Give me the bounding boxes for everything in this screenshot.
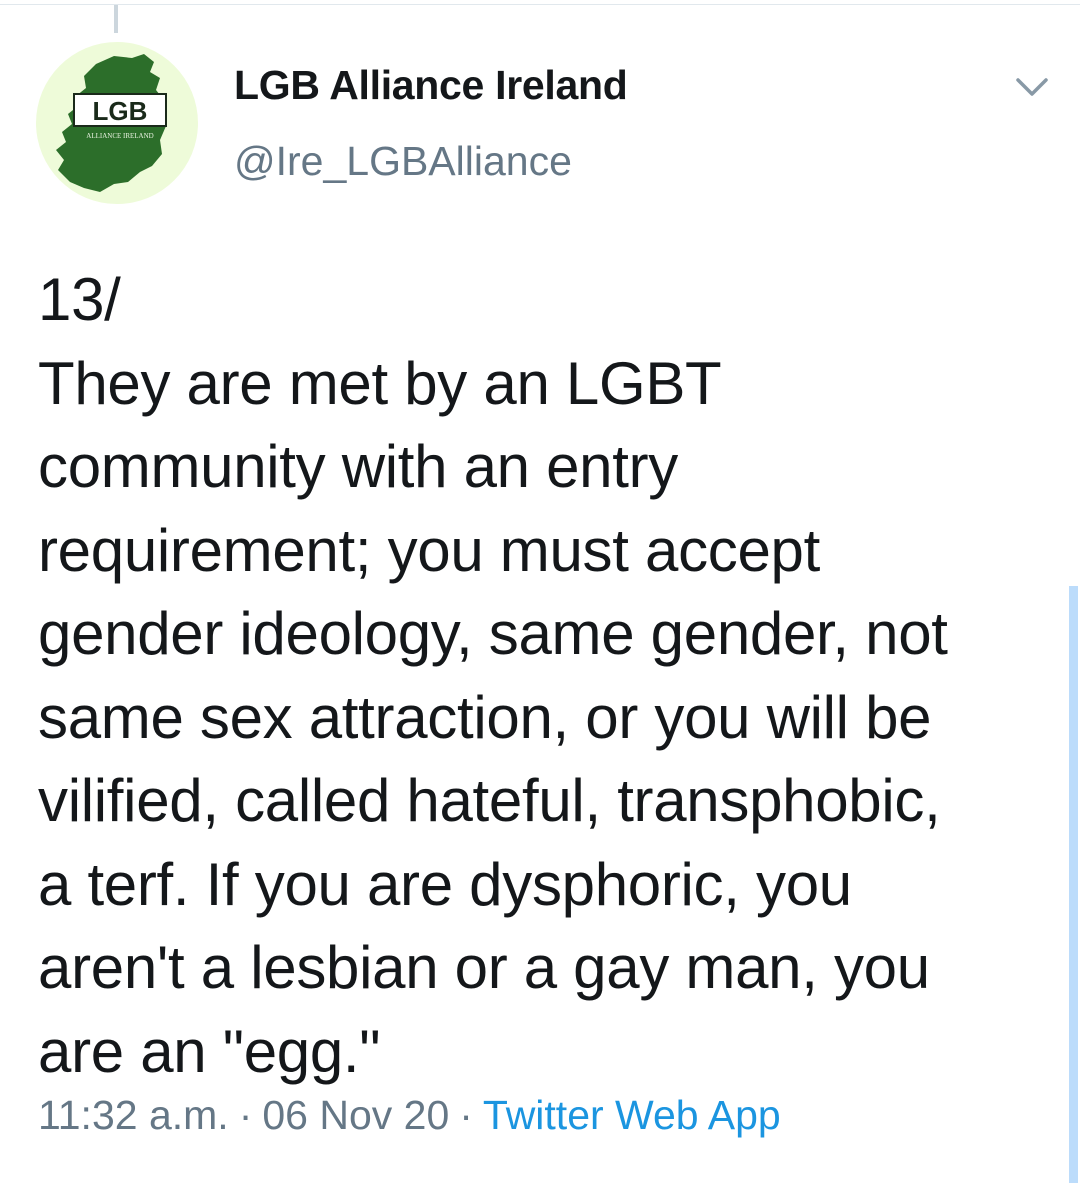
- scrollbar[interactable]: [1069, 586, 1078, 1183]
- user-handle[interactable]: @Ire_LGBAlliance: [234, 138, 572, 185]
- ireland-map-logo-icon: LGB ALLIANCE IRELAND: [56, 54, 167, 192]
- display-name[interactable]: LGB Alliance Ireland: [234, 62, 628, 109]
- tweet-menu-button[interactable]: [1010, 66, 1054, 110]
- tweet-metadata: 11:32 a.m. · 06 Nov 20 · Twitter Web App: [38, 1092, 781, 1139]
- top-divider: [0, 4, 1080, 5]
- tweet-source-link[interactable]: Twitter Web App: [483, 1092, 781, 1138]
- meta-separator: ·: [238, 1092, 253, 1138]
- tweet-time[interactable]: 11:32 a.m.: [38, 1092, 229, 1138]
- tweet-date[interactable]: 06 Nov 20: [262, 1092, 449, 1138]
- thread-connector-line: [114, 5, 118, 33]
- logo-text: LGB: [93, 96, 148, 126]
- meta-separator: ·: [459, 1092, 473, 1138]
- tweet-text: 13/ They are met by an LGBT community wi…: [38, 266, 948, 1085]
- chevron-down-icon: [1016, 78, 1048, 96]
- avatar[interactable]: LGB ALLIANCE IRELAND: [36, 42, 198, 204]
- logo-subtext: ALLIANCE IRELAND: [86, 132, 153, 140]
